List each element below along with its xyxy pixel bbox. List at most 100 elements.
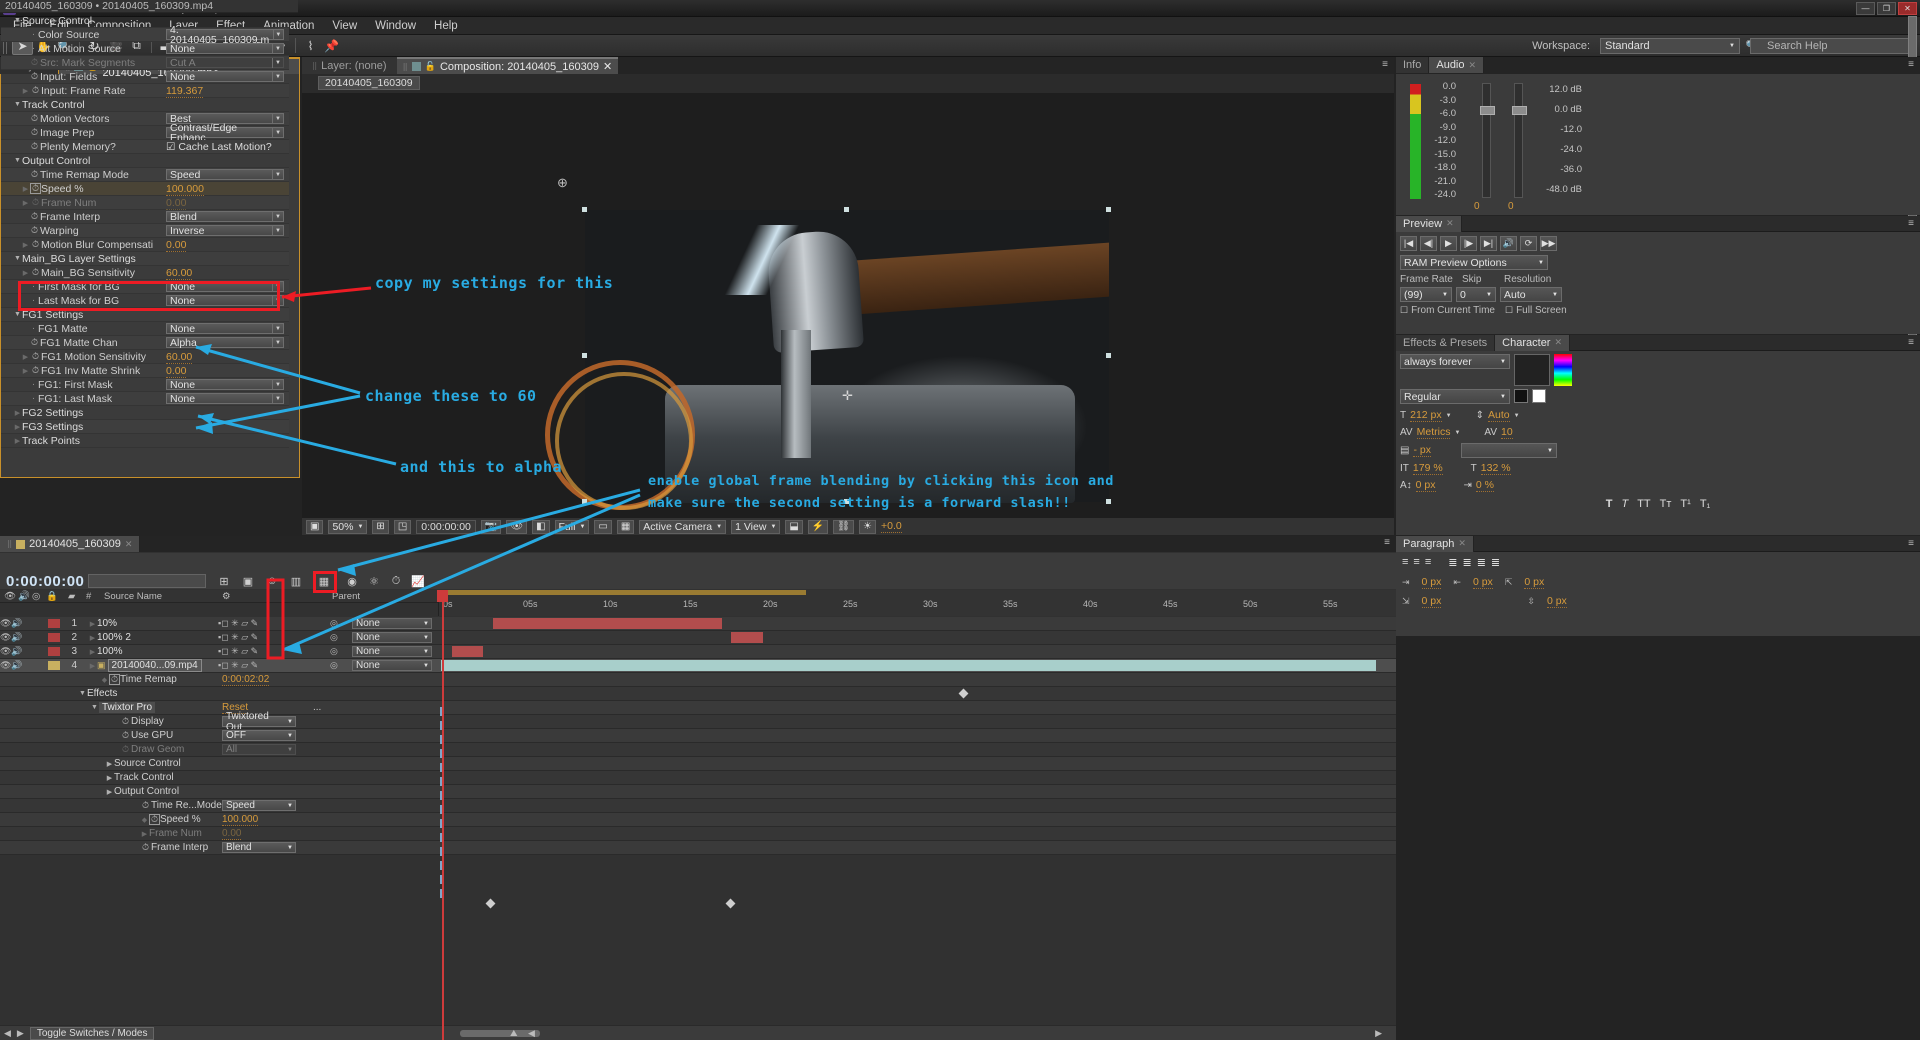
twirl-icon[interactable]: ▼ (13, 255, 22, 262)
zoom-level-select[interactable]: 50% ▼ (328, 519, 368, 534)
checkbox-icon[interactable]: ☐ (1400, 305, 1408, 316)
stopwatch-icon[interactable]: ⏱ (30, 183, 41, 194)
table-row[interactable]: 👁 🔊 4 ▶ ▣ 20140040...09.mp4 ▪◻ ✳ ▱ ✎ ◎ None ▼ (0, 659, 1396, 673)
panel-menu-icon[interactable]: ≡ (1382, 59, 1388, 70)
twirl-icon[interactable]: ▶ (13, 423, 22, 431)
fast-preview-icon[interactable]: ⚡ (807, 519, 829, 534)
effect-property-value[interactable]: 0.00 (166, 365, 284, 378)
stopwatch-icon[interactable]: ⏱ (30, 351, 41, 362)
grid-options-icon[interactable]: ⊞ (372, 519, 389, 534)
first-frame-button[interactable]: |◀ (1400, 236, 1417, 251)
loop-button[interactable]: ⟳ (1520, 236, 1537, 251)
layer-label-color[interactable] (48, 633, 60, 642)
twirl-icon[interactable]: ▼ (90, 704, 99, 711)
audio-slider-knob[interactable] (1480, 106, 1495, 115)
stopwatch-icon[interactable]: ⏱ (120, 744, 131, 755)
property-row[interactable]: ⏱ Draw Geom All ▼ (0, 743, 1396, 757)
current-time-indicator-head[interactable] (437, 590, 448, 602)
close-icon[interactable]: ✕ (1469, 60, 1477, 71)
property-row[interactable]: ▶ Output Control (0, 785, 1396, 799)
stopwatch-icon[interactable]: ⏱ (140, 800, 151, 811)
parent-select[interactable]: None ▼ (352, 646, 432, 657)
checkbox-icon[interactable]: ☐ (1505, 305, 1513, 316)
selection-handle[interactable] (844, 207, 849, 212)
stopwatch-icon[interactable]: ⏱ (30, 365, 41, 376)
effect-property-row[interactable]: ▼ Track Control (1, 98, 289, 112)
resolution-select[interactable]: Full ▼ (554, 519, 590, 534)
layer-name[interactable]: 20140040...09.mp4 (107, 659, 202, 672)
close-icon[interactable]: ✕ (603, 60, 612, 73)
twirl-icon[interactable]: ▶ (105, 774, 114, 782)
timeline-scroll-left-icon[interactable]: ◀ (528, 1028, 535, 1039)
effect-property-value[interactable]: 119.367 (166, 85, 284, 98)
effect-property-row[interactable]: ⏱ FG1 Matte Chan Alpha ▼ (1, 336, 289, 350)
twirl-icon[interactable]: ▼ (13, 311, 22, 318)
property-row[interactable]: ⏱ Use GPU OFF ▼ (0, 729, 1396, 743)
effect-controls-property-list[interactable]: ▼ Source Control · Color Source 4. 20140405_… (1, 14, 289, 459)
selection-handle[interactable] (1106, 353, 1111, 358)
menu-help[interactable]: Help (425, 19, 467, 33)
keyframe-marker[interactable] (485, 898, 496, 909)
composition-viewer-stage[interactable]: ⊕ ✛ (302, 93, 1394, 517)
puppet-pin-tool-icon[interactable]: 📌 (321, 36, 342, 55)
property-dropdown[interactable]: Speed ▼ (222, 800, 296, 811)
composition-breadcrumb[interactable]: 20140405_160309 (318, 76, 420, 90)
twirl-icon[interactable]: ▼ (13, 157, 22, 164)
chevron-down-icon[interactable]: ▼ (1454, 430, 1460, 436)
property-row[interactable]: ◆ ⏱ Time Remap 0:00:02:02 (0, 673, 1396, 687)
stopwatch-icon[interactable]: ⏱ (109, 674, 120, 685)
layer-switches[interactable]: ▪◻ ✳ ▱ ✎ (218, 646, 258, 657)
twirl-icon[interactable]: ▶ (21, 185, 30, 193)
effect-property-row[interactable]: ⏱ Input: Fields None ▼ (1, 70, 289, 84)
selection-handle[interactable] (1106, 499, 1111, 504)
layer-name[interactable]: 10% (97, 618, 117, 629)
stopwatch-icon[interactable]: ⏱ (30, 197, 41, 208)
italic-button[interactable]: T (1621, 498, 1628, 510)
region-of-interest-icon[interactable]: ▭ (594, 519, 612, 534)
audio-slider-right[interactable] (1512, 83, 1527, 198)
effect-property-row[interactable]: ▶ ⏱ Input: Frame Rate 119.367 (1, 84, 289, 98)
property-row[interactable]: ▶ Frame Num 0.00 (0, 827, 1396, 841)
numeric-value[interactable]: 0.00 (166, 365, 187, 378)
ram-preview-options-select[interactable]: RAM Preview Options ▼ (1400, 255, 1548, 270)
panel-menu-icon[interactable]: ≡ (1384, 537, 1390, 548)
property-row[interactable]: ▶ Source Control (0, 757, 1396, 771)
space-after-value[interactable]: 0 px (1546, 595, 1567, 608)
twirl-icon[interactable]: ▼ (78, 690, 87, 697)
search-help-input[interactable]: Search Help (1750, 37, 1915, 54)
checkbox-icon[interactable]: ☑ Cache Last Motion? (166, 141, 272, 153)
twirl-icon[interactable]: ▶ (21, 367, 30, 375)
effect-options-button[interactable]: ... (313, 702, 321, 713)
play-button[interactable]: ▶ (1440, 236, 1457, 251)
maximize-button[interactable]: ❐ (1877, 2, 1896, 15)
effect-property-row[interactable]: ▶ ⏱ Motion Blur Compensati 0.00 (1, 238, 289, 252)
audio-slider-left[interactable] (1480, 83, 1495, 198)
stopwatch-icon[interactable]: ⏱ (30, 267, 41, 278)
effect-property-row[interactable]: ▶ FG3 Settings (1, 420, 289, 434)
lock-icon[interactable]: 🔓 (425, 61, 436, 72)
stopwatch-icon[interactable]: ⏱ (120, 730, 131, 741)
subscript-button[interactable]: T₁ (1700, 498, 1710, 510)
layer-label-color[interactable] (48, 661, 60, 670)
font-family-select[interactable]: always forever ▼ (1400, 354, 1510, 369)
parent-pickwhip-icon[interactable]: ◎ (330, 646, 338, 657)
magnification-icon[interactable]: ▣ (306, 519, 324, 534)
effect-property-value[interactable]: 60.00 (166, 267, 284, 280)
tab-preview[interactable]: Preview ✕ (1396, 215, 1462, 232)
close-icon[interactable]: ✕ (1446, 218, 1454, 229)
effect-property-row[interactable]: · Color Source 4. 20140405_160309.m ▼ (1, 24, 289, 45)
current-time-indicator[interactable] (442, 590, 444, 1040)
property-row[interactable]: ⏱ Time Re...Mode Speed ▼ (0, 799, 1396, 813)
effect-property-row[interactable]: ▶ ⏱ Speed % 100.000 (1, 182, 289, 196)
tab-composition[interactable]: ⣿ 🔓 Composition: 20140405_160309 ✕ (396, 57, 619, 74)
comp-timecode[interactable]: 0:00:00:00 (416, 519, 476, 534)
color-ramp-icon[interactable] (1554, 354, 1572, 386)
stopwatch-icon[interactable]: ⏱ (29, 71, 40, 82)
superscript-button[interactable]: T¹ (1680, 498, 1690, 510)
justify-last-right-button[interactable]: ≣ (1477, 556, 1486, 569)
twirl-icon[interactable]: ▶ (105, 760, 114, 768)
tracking-value[interactable]: 10 (1501, 426, 1513, 439)
stopwatch-icon[interactable]: ⏱ (29, 127, 40, 138)
effect-property-row[interactable]: ⏱ Src: Mark Segments Cut A ▼ (1, 56, 289, 70)
next-frame-button[interactable]: |▶ (1460, 236, 1477, 251)
